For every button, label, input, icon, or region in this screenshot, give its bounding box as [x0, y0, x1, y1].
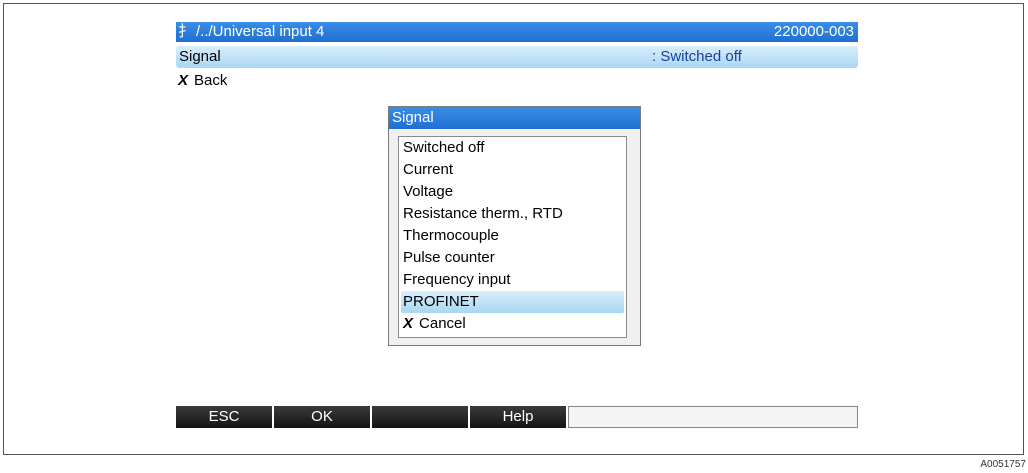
- option-voltage[interactable]: Voltage: [401, 181, 624, 203]
- option-frequency-input[interactable]: Frequency input: [401, 269, 624, 291]
- parameter-row-signal[interactable]: Signal : Switched off: [176, 46, 858, 68]
- back-x-icon: X: [178, 72, 189, 89]
- dialog-title: Signal: [389, 107, 640, 129]
- softkey-esc[interactable]: ESC: [176, 406, 274, 428]
- cancel-label: Cancel: [419, 315, 466, 332]
- back-label: Back: [194, 72, 228, 89]
- breadcrumb-path: /../Universal input 4: [196, 23, 325, 40]
- softkey-help[interactable]: Help: [470, 406, 568, 428]
- back-menu-item[interactable]: X Back: [178, 71, 227, 91]
- cancel-x-icon: X: [403, 315, 414, 332]
- menu-symbol-icon: 扌: [178, 23, 194, 40]
- parameter-value: : Switched off: [652, 48, 742, 65]
- softkey-bar: ESC OK Help: [176, 406, 858, 428]
- signal-dialog: Signal Switched off Current Voltage Resi…: [388, 106, 641, 346]
- device-id: 220000-003: [773, 23, 854, 40]
- option-current[interactable]: Current: [401, 159, 624, 181]
- option-switched-off[interactable]: Switched off: [401, 137, 624, 159]
- option-resistance-therm[interactable]: Resistance therm., RTD: [401, 203, 624, 225]
- softkey-empty-wide: [568, 406, 858, 428]
- figure-reference: A0051757: [980, 459, 1026, 470]
- title-bar: 扌 /../Universal input 4 220000-003: [176, 22, 858, 42]
- softkey-ok[interactable]: OK: [274, 406, 372, 428]
- option-thermocouple[interactable]: Thermocouple: [401, 225, 624, 247]
- softkey-blank[interactable]: [372, 406, 470, 428]
- signal-option-list: Switched off Current Voltage Resistance …: [398, 136, 627, 338]
- option-pulse-counter[interactable]: Pulse counter: [401, 247, 624, 269]
- parameter-label: Signal: [179, 48, 221, 65]
- option-profinet[interactable]: PROFINET: [401, 291, 624, 313]
- option-cancel[interactable]: X Cancel: [401, 313, 624, 335]
